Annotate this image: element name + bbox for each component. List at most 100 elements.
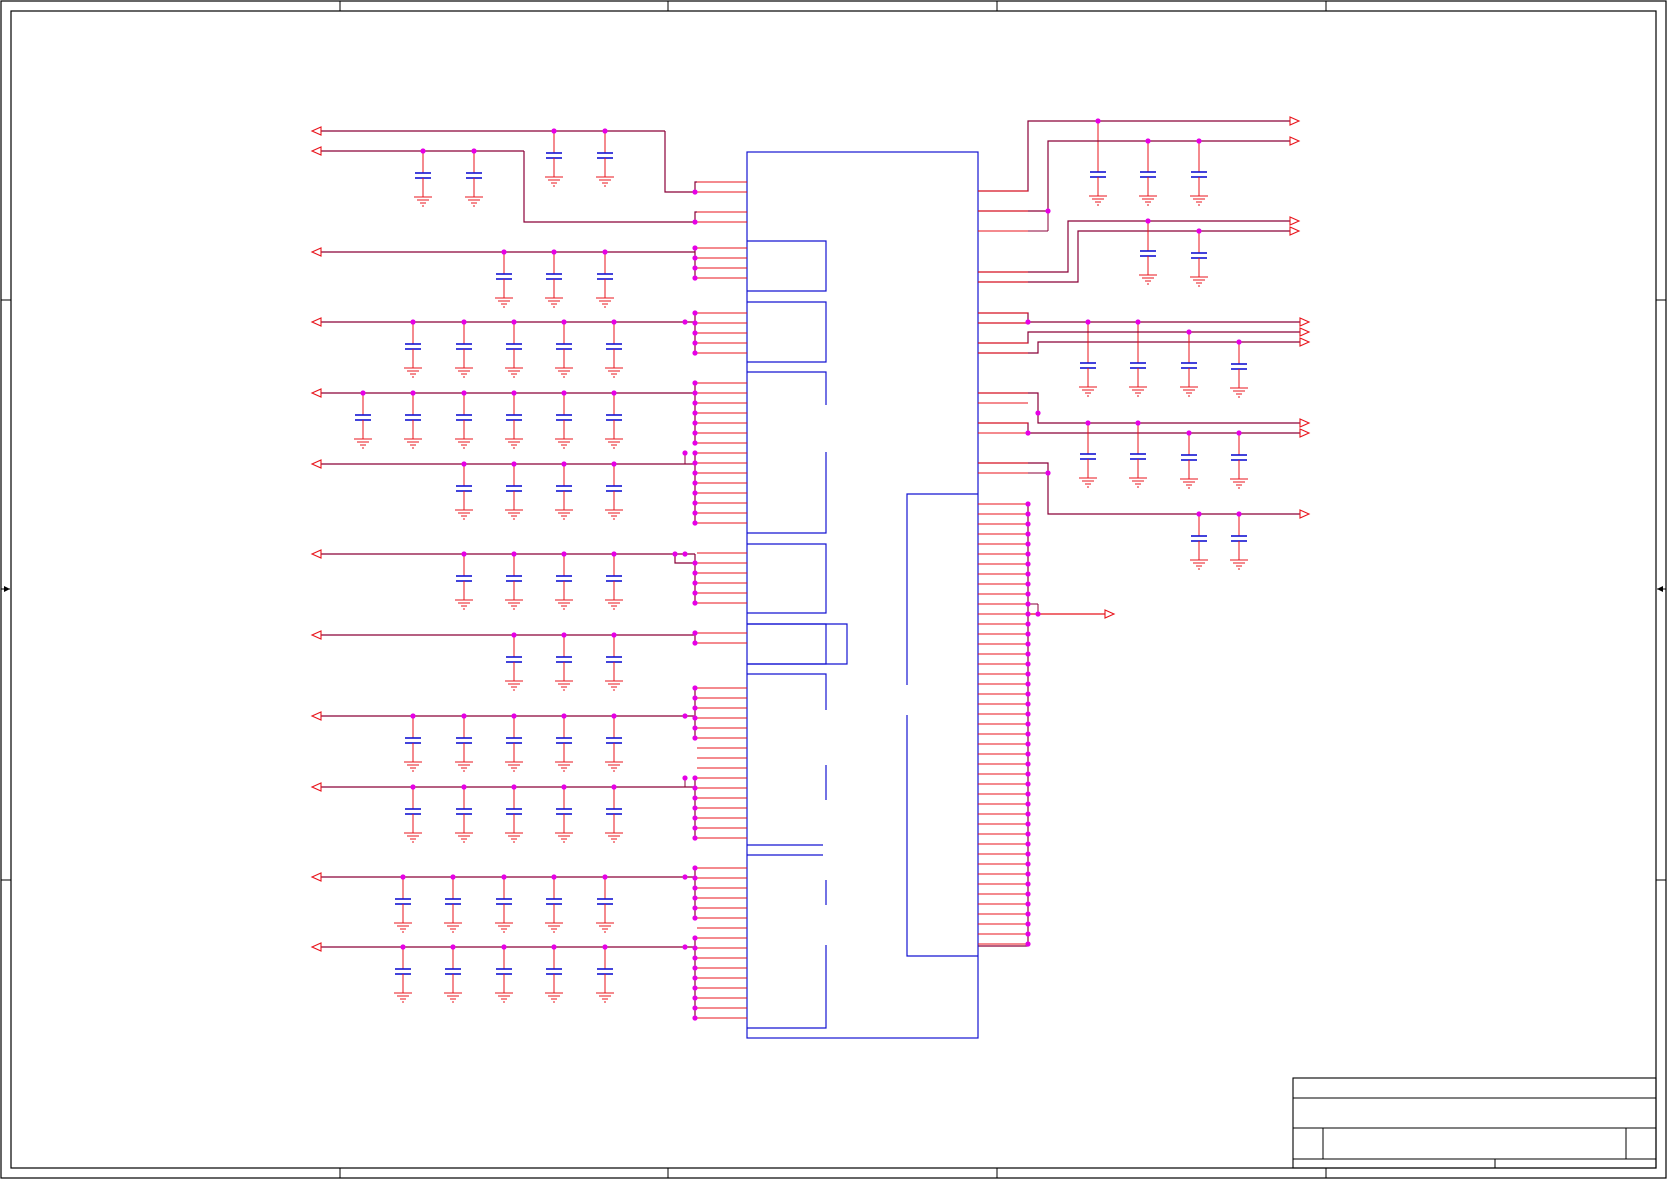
ground-icon bbox=[1230, 559, 1248, 570]
ground-icon bbox=[455, 509, 473, 520]
input-port-icon bbox=[310, 711, 322, 721]
ground-icon bbox=[1139, 274, 1157, 285]
inner-border bbox=[10, 10, 1657, 1169]
schematic-sheet bbox=[0, 0, 1667, 1179]
junction-dot bbox=[692, 1015, 698, 1021]
ground-icon bbox=[404, 367, 422, 378]
capacitor-symbol bbox=[455, 393, 473, 449]
input-port-icon bbox=[310, 388, 322, 398]
wire bbox=[978, 462, 1300, 515]
ic-symbol bbox=[697, 151, 1028, 1039]
junction-dot bbox=[1135, 319, 1141, 325]
ic-subblock bbox=[747, 543, 827, 614]
junction-dot bbox=[551, 128, 557, 134]
junction-dot bbox=[450, 944, 456, 950]
junction-dot bbox=[1025, 621, 1031, 627]
capacitor-symbol bbox=[1129, 341, 1147, 397]
junction-dot bbox=[1025, 861, 1031, 867]
capacitor-symbol bbox=[505, 635, 523, 691]
junction-dot bbox=[692, 460, 698, 466]
junction-dot bbox=[692, 945, 698, 951]
capacitor-symbol bbox=[555, 322, 573, 378]
capacitor-symbol bbox=[495, 252, 513, 308]
junction-dot bbox=[682, 874, 688, 880]
junction-dot bbox=[1095, 118, 1101, 124]
input-port-icon bbox=[310, 942, 322, 952]
junction-dot bbox=[1025, 631, 1031, 637]
junction-dot bbox=[692, 640, 698, 646]
ground-icon bbox=[605, 599, 623, 610]
junction-dot bbox=[692, 520, 698, 526]
wire bbox=[978, 341, 1300, 354]
capacitor-symbol bbox=[1079, 432, 1097, 488]
ic-body bbox=[746, 151, 979, 1039]
junction-dot bbox=[682, 551, 688, 557]
junction-dot bbox=[692, 430, 698, 436]
junction-dot bbox=[692, 785, 698, 791]
ground-icon bbox=[555, 599, 573, 610]
ground-icon bbox=[1129, 477, 1147, 488]
ground-icon bbox=[495, 992, 513, 1003]
ic-subblock-gap bbox=[904, 685, 910, 715]
junction-dot bbox=[692, 630, 698, 636]
ic-subblock bbox=[747, 623, 827, 665]
junction-dot bbox=[692, 490, 698, 496]
junction-dot bbox=[501, 944, 507, 950]
junction-dot bbox=[1025, 611, 1031, 617]
ground-icon bbox=[1190, 559, 1208, 570]
capacitor-symbol bbox=[545, 877, 563, 933]
ground-icon bbox=[545, 297, 563, 308]
ic-subblock bbox=[747, 371, 827, 534]
outer-border bbox=[0, 0, 1667, 1179]
capacitor-symbol bbox=[1230, 514, 1248, 570]
capacitor-array bbox=[354, 131, 1248, 1003]
ground-icon bbox=[394, 992, 412, 1003]
ic-subblock bbox=[906, 493, 978, 957]
capacitor-symbol bbox=[605, 787, 623, 843]
junction-dot bbox=[692, 955, 698, 961]
ground-icon bbox=[495, 922, 513, 933]
input-port-icon bbox=[310, 459, 322, 469]
input-port-icon bbox=[310, 872, 322, 882]
ground-icon bbox=[545, 922, 563, 933]
input-port-icon bbox=[310, 126, 322, 136]
capacitor-symbol bbox=[1089, 150, 1107, 206]
junction-dot bbox=[692, 985, 698, 991]
capacitor-symbol bbox=[455, 716, 473, 772]
junction-dot bbox=[692, 825, 698, 831]
junction-dot bbox=[692, 995, 698, 1001]
junction-dot bbox=[692, 510, 698, 516]
capacitor-symbol bbox=[555, 393, 573, 449]
junction-dot bbox=[561, 461, 567, 467]
capacitor-symbol bbox=[465, 151, 483, 207]
ground-icon bbox=[444, 992, 462, 1003]
ground-icon bbox=[596, 992, 614, 1003]
capacitor-symbol bbox=[596, 131, 614, 187]
capacitor-symbol bbox=[596, 877, 614, 933]
ic-subblock-gap bbox=[823, 710, 829, 765]
junction-dot bbox=[672, 551, 678, 557]
capacitor-symbol bbox=[1139, 150, 1157, 206]
ground-icon bbox=[1180, 386, 1198, 397]
junction-dot bbox=[692, 905, 698, 911]
junction-dot bbox=[611, 713, 617, 719]
junction-dot bbox=[1025, 601, 1031, 607]
junction-dot bbox=[602, 128, 608, 134]
junction-dot bbox=[1025, 761, 1031, 767]
junction-dot bbox=[1025, 581, 1031, 587]
capacitor-symbol bbox=[455, 322, 473, 378]
junction-dot bbox=[1085, 420, 1091, 426]
junction-dot bbox=[692, 695, 698, 701]
junction-dot bbox=[692, 965, 698, 971]
ground-icon bbox=[1190, 276, 1208, 287]
junction-dot bbox=[1025, 871, 1031, 877]
junction-dot bbox=[611, 390, 617, 396]
ground-icon bbox=[495, 297, 513, 308]
junction-dot bbox=[1025, 511, 1031, 517]
junction-dot bbox=[1186, 430, 1192, 436]
junction-dot bbox=[1025, 791, 1031, 797]
ground-icon bbox=[1230, 478, 1248, 489]
capacitor-symbol bbox=[555, 787, 573, 843]
junction-dot bbox=[1025, 319, 1031, 325]
capacitor-symbol bbox=[1180, 341, 1198, 397]
